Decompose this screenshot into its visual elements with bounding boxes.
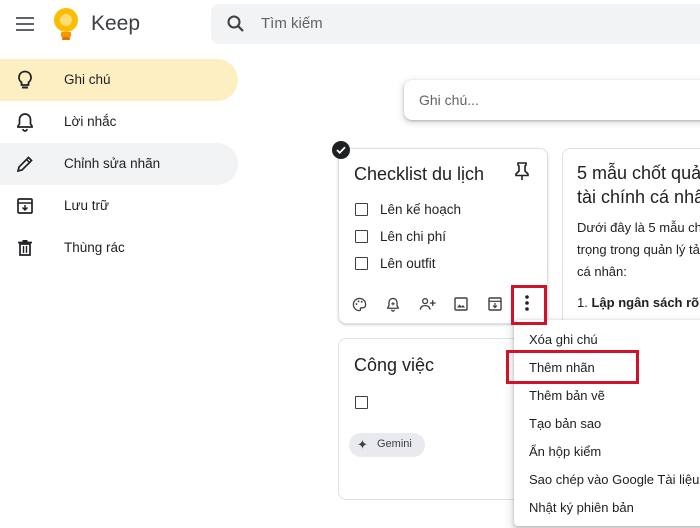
sidebar-item-archive[interactable]: Lưu trữ	[0, 185, 238, 227]
menu-item-copy-to-docs[interactable]: Sao chép vào Google Tài liệu	[529, 472, 699, 487]
note-card-finance[interactable]: 5 mẫu chốt quả tài chính cá nhâ Dưới đây…	[562, 148, 700, 334]
trash-icon	[15, 238, 35, 258]
sidebar-item-trash[interactable]: Thùng rác	[0, 227, 238, 269]
note-body-line: Dưới đây là 5 mẫu cho	[577, 220, 700, 235]
sidebar-item-label: Thùng rác	[64, 240, 125, 255]
sidebar-item-reminders[interactable]: Lời nhắc	[0, 101, 238, 143]
take-note-placeholder: Ghi chú...	[419, 92, 479, 108]
checkbox[interactable]	[355, 229, 368, 243]
checklist-item-text: Lên outfit	[380, 255, 436, 271]
checklist-item-text: Lên kế hoạch	[380, 201, 462, 217]
sidebar-item-label: Chỉnh sửa nhãn	[64, 156, 161, 171]
search-bar[interactable]: Tìm kiếm	[211, 4, 700, 44]
menu-item-delete-note[interactable]: Xóa ghi chú	[529, 332, 598, 347]
sidebar-item-label: Lời nhắc	[64, 114, 117, 129]
menu-item-make-copy[interactable]: Tạo bản sao	[529, 416, 601, 431]
note-body-line: trọng trong quản lý tả	[577, 242, 700, 257]
top-bar: Keep Tìm kiếm	[0, 0, 700, 50]
hamburger-menu-icon	[16, 17, 34, 31]
note-title-line: 5 mẫu chốt quả	[577, 163, 700, 183]
main-menu-button[interactable]	[12, 11, 38, 37]
checklist-item[interactable]	[355, 392, 368, 412]
note-title: 5 mẫu chốt quả tài chính cá nhâ	[577, 161, 700, 209]
collaborator-add-icon[interactable]	[417, 294, 437, 314]
sidebar-item-edit-labels[interactable]: Chỉnh sửa nhãn	[0, 143, 238, 185]
menu-item-add-drawing[interactable]: Thêm bản vẽ	[529, 388, 605, 403]
archive-note-icon[interactable]	[485, 294, 505, 314]
archive-icon	[15, 196, 35, 216]
checklist-item[interactable]: Lên kế hoạch	[355, 199, 461, 219]
note-list-item: 1. Lập ngân sách rõ	[577, 295, 699, 310]
checklist-item-text: Lên chi phí	[380, 228, 447, 244]
search-placeholder: Tìm kiếm	[261, 15, 323, 32]
list-bold-text: Lập ngân sách rõ	[591, 295, 700, 310]
sidebar-item-label: Lưu trữ	[64, 198, 110, 213]
pin-icon[interactable]	[513, 161, 531, 181]
note-body: Dưới đây là 5 mẫu cho trọng trong quản l…	[577, 217, 700, 283]
sidebar-item-label: Ghi chú	[64, 72, 111, 87]
pencil-icon	[15, 154, 35, 174]
checklist-item[interactable]: Lên outfit	[355, 253, 436, 273]
reminder-bell-icon[interactable]	[383, 294, 403, 314]
gemini-sparkle-icon: ✦	[357, 437, 368, 452]
image-icon[interactable]	[451, 294, 471, 314]
lightbulb-icon	[15, 70, 35, 90]
keep-logo-icon[interactable]	[52, 6, 80, 42]
gemini-chip[interactable]: ✦ Gemini	[349, 433, 425, 457]
note-body-line: cá nhân:	[577, 264, 627, 279]
highlight-box-add-label	[506, 350, 639, 384]
gemini-label: Gemini	[377, 438, 412, 450]
highlight-box-more-button	[511, 285, 547, 325]
checkbox[interactable]	[355, 202, 368, 216]
checklist-item[interactable]: Lên chi phí	[355, 226, 446, 246]
checkbox[interactable]	[355, 395, 368, 409]
note-title: Checklist du lịch	[354, 164, 485, 184]
bell-icon	[15, 112, 35, 132]
checkbox[interactable]	[355, 256, 368, 270]
select-note-check-icon[interactable]	[332, 141, 350, 159]
sidebar-item-notes[interactable]: Ghi chú	[0, 59, 238, 101]
note-title-line: tài chính cá nhâ	[577, 187, 700, 207]
menu-item-hide-checkboxes[interactable]: Ẩn hộp kiểm	[529, 444, 601, 459]
menu-item-version-history[interactable]: Nhật ký phiên bản	[529, 500, 634, 515]
note-title: Công việc	[354, 355, 435, 375]
list-number: 1.	[577, 295, 588, 310]
search-icon[interactable]	[226, 14, 246, 34]
palette-icon[interactable]	[349, 294, 369, 314]
take-note-input[interactable]: Ghi chú...	[404, 80, 700, 120]
app-name: Keep	[91, 12, 141, 35]
